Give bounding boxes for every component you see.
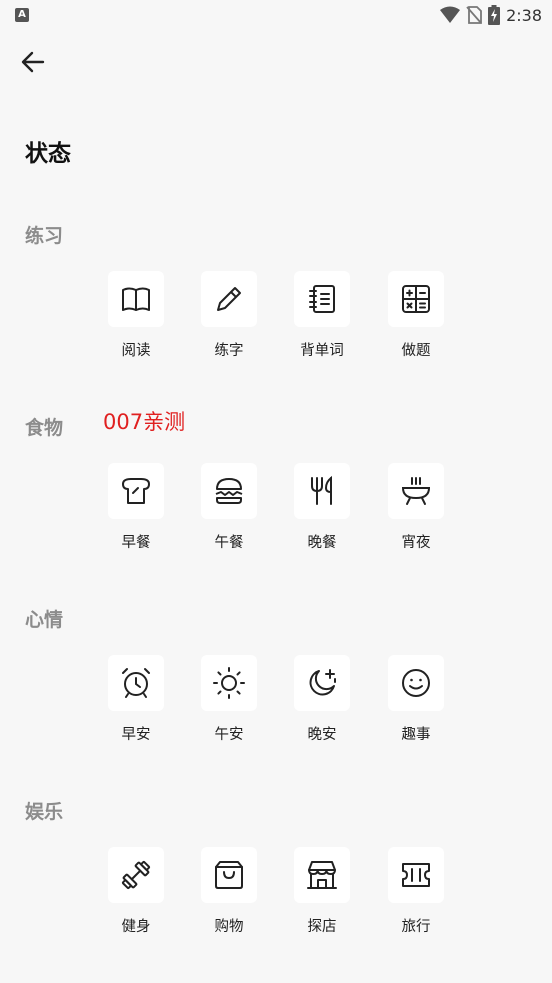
item-tile: [108, 271, 164, 327]
item-tile: [388, 655, 444, 711]
status-item-reading[interactable]: 阅读: [91, 271, 181, 360]
item-tile: [388, 463, 444, 519]
book-icon: [122, 287, 150, 311]
store-icon: [307, 861, 337, 889]
toast-icon: [122, 478, 150, 504]
back-button[interactable]: [18, 46, 50, 78]
section-label-food: 食物: [25, 417, 64, 439]
notebook-icon: [309, 285, 335, 313]
sun-icon: [213, 667, 245, 699]
calculator-icon: [402, 285, 430, 313]
wifi-icon: [440, 6, 461, 23]
status-item-lunch[interactable]: 午餐: [184, 463, 274, 552]
status-item-vocabulary[interactable]: 背单词: [277, 271, 367, 360]
item-label: 宵夜: [401, 535, 431, 551]
status-item-good-afternoon[interactable]: 午安: [184, 655, 274, 744]
status-item-fitness[interactable]: 健身: [91, 847, 181, 936]
status-item-store-visit[interactable]: 探店: [277, 847, 367, 936]
item-label: 晚安: [307, 727, 337, 743]
ticket-icon: [402, 863, 430, 887]
item-tile: [294, 271, 350, 327]
item-label: 探店: [307, 919, 337, 935]
item-label: 背单词: [300, 343, 344, 359]
item-tile: [201, 847, 257, 903]
burger-icon: [215, 478, 243, 504]
status-item-travel[interactable]: 旅行: [371, 847, 461, 936]
item-tile: [108, 655, 164, 711]
status-icons: 2:38: [440, 4, 542, 26]
status-item-exercises[interactable]: 做题: [371, 271, 461, 360]
status-time: 2:38: [506, 5, 542, 25]
item-label: 做题: [401, 343, 431, 359]
notification-app-icon: A: [15, 8, 29, 22]
status-item-late-snack[interactable]: 宵夜: [371, 463, 461, 552]
grill-icon: [401, 477, 431, 505]
item-label: 健身: [121, 919, 151, 935]
status-item-breakfast[interactable]: 早餐: [91, 463, 181, 552]
dumbbell-icon: [121, 860, 151, 890]
item-tile: [108, 463, 164, 519]
annotation-text: 007亲测: [103, 410, 186, 434]
item-label: 购物: [214, 919, 244, 935]
item-label: 晚餐: [307, 535, 337, 551]
arrow-left-icon: [21, 51, 45, 73]
section-label-mood: 心情: [25, 609, 64, 631]
status-item-dinner[interactable]: 晚餐: [277, 463, 367, 552]
status-item-good-night[interactable]: 晚安: [277, 655, 367, 744]
item-label: 午餐: [214, 535, 244, 551]
item-label: 阅读: [121, 343, 151, 359]
status-item-fun-stuff[interactable]: 趣事: [371, 655, 461, 744]
section-label-entertainment: 娱乐: [25, 801, 64, 823]
item-tile: [388, 847, 444, 903]
utensils-icon: [311, 475, 332, 505]
pencil-icon: [217, 287, 241, 311]
item-tile: [201, 655, 257, 711]
no-sim-icon: [466, 6, 482, 24]
status-item-shopping[interactable]: 购物: [184, 847, 274, 936]
section-label-practice: 练习: [25, 225, 64, 247]
alarm-clock-icon: [122, 668, 150, 698]
shopping-bag-icon: [215, 861, 243, 889]
item-tile: [388, 271, 444, 327]
item-tile: [108, 847, 164, 903]
status-bar: A 2:38: [0, 0, 552, 30]
item-label: 午安: [214, 727, 244, 743]
item-tile: [294, 463, 350, 519]
item-label: 早餐: [121, 535, 151, 551]
battery-charging-icon: [488, 5, 501, 25]
moon-stars-icon: [309, 669, 336, 696]
item-tile: [294, 847, 350, 903]
item-label: 旅行: [401, 919, 431, 935]
item-label: 早安: [121, 727, 151, 743]
item-label: 趣事: [401, 727, 431, 743]
status-item-good-morning[interactable]: 早安: [91, 655, 181, 744]
status-item-calligraphy[interactable]: 练字: [184, 271, 274, 360]
page-title: 状态: [25, 141, 71, 167]
smile-icon: [402, 669, 430, 697]
item-tile: [201, 271, 257, 327]
item-label: 练字: [214, 343, 244, 359]
item-tile: [201, 463, 257, 519]
item-tile: [294, 655, 350, 711]
